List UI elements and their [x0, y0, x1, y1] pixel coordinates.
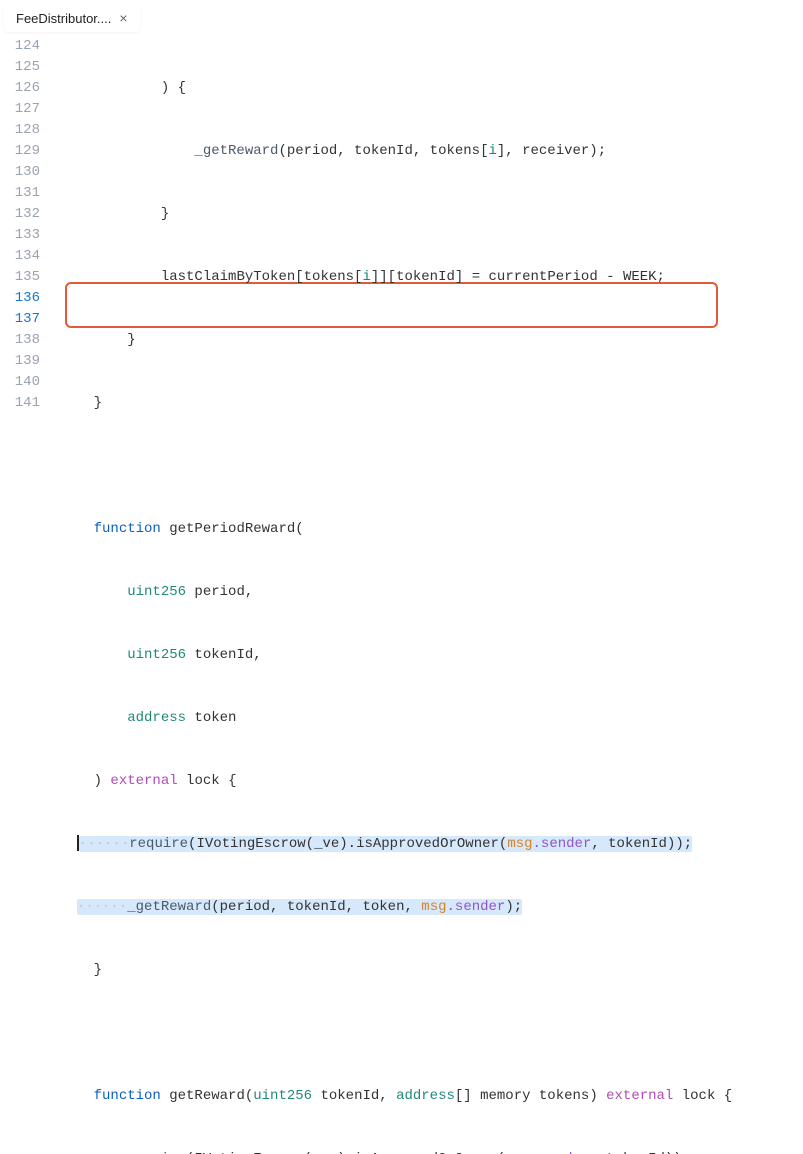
tab-bar: FeeDistributor.... ×: [0, 0, 803, 36]
file-tab[interactable]: FeeDistributor.... ×: [4, 4, 140, 32]
line-gutter: 124125126 127128129 130131132 133134135 …: [0, 36, 50, 414]
code-content[interactable]: ) { _getReward(period, tokenId, tokens[i…: [60, 36, 803, 1154]
code-editor[interactable]: 124125126 127128129 130131132 133134135 …: [0, 36, 803, 1154]
tab-title: FeeDistributor....: [16, 11, 111, 26]
close-icon[interactable]: ×: [119, 10, 127, 26]
